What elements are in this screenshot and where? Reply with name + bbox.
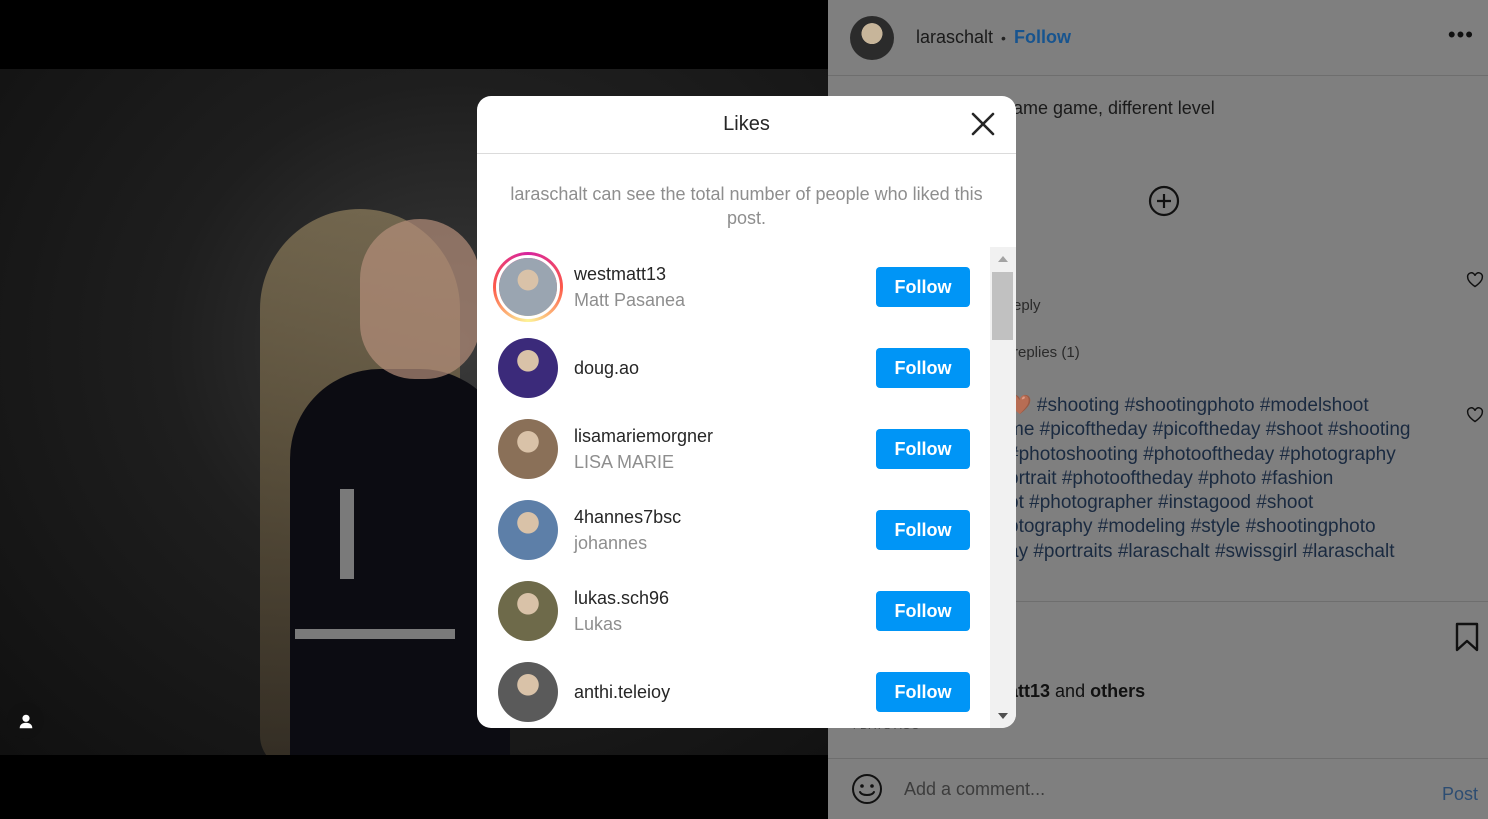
scroll-down-arrow-icon[interactable] <box>998 713 1008 719</box>
jacket-stripe <box>340 489 354 579</box>
dialog-title: Likes <box>723 113 770 135</box>
liker-row: doug.ao Follow <box>477 328 990 409</box>
scroll-up-arrow-icon[interactable] <box>998 256 1008 262</box>
close-icon[interactable] <box>970 111 996 137</box>
liker-avatar[interactable] <box>498 662 558 722</box>
post-caption: ame game, different level <box>1013 98 1215 118</box>
liker-full-name: Matt Pasanea <box>574 290 686 310</box>
dialog-header: Likes <box>477 96 1016 154</box>
liker-full-name: LISA MARIE <box>574 452 675 472</box>
likes-dialog: Likes laraschalt can see the total numbe… <box>477 96 1016 728</box>
separator-dot: • <box>1001 29 1006 46</box>
liker-row: lukas.sch96 Lukas Follow <box>477 571 990 652</box>
scrollbar[interactable] <box>990 247 1016 728</box>
follow-button[interactable]: Follow <box>876 348 970 388</box>
liker-avatar[interactable] <box>498 419 558 479</box>
liker-full-name: johannes <box>574 533 648 553</box>
liker-username[interactable]: westmatt13 <box>574 264 666 285</box>
follow-button[interactable]: Follow <box>876 267 970 307</box>
liked-by-others[interactable]: others <box>1090 681 1145 701</box>
liker-row: westmatt13 Matt Pasanea Follow <box>477 247 990 328</box>
likers-list-container: westmatt13 Matt Pasanea Follow doug.ao Follo… <box>477 247 1016 728</box>
hashtag-comment: 🤎 #shooting #shootingphoto #modelshoot m… <box>1008 395 1411 562</box>
comment-bar: Add a comment... <box>828 758 1488 819</box>
liker-row: lisamariemorgner LISA MARIE Follow <box>477 409 990 490</box>
follow-button[interactable]: Follow <box>876 429 970 469</box>
photo-subject-face <box>360 219 480 379</box>
liker-username[interactable]: doug.ao <box>574 358 639 379</box>
emoji-icon[interactable] <box>850 772 884 806</box>
follow-button[interactable]: Follow <box>876 672 970 712</box>
liker-row: anthi.teleioy Follow <box>477 652 990 728</box>
scroll-thumb[interactable] <box>992 272 1013 340</box>
post-comment-button[interactable]: Post <box>1442 784 1478 805</box>
tagged-users-icon[interactable] <box>7 702 44 739</box>
liker-username[interactable]: lukas.sch96 <box>574 588 669 609</box>
comment-input[interactable]: Add a comment... <box>904 779 1488 800</box>
reply-link[interactable]: eply <box>1013 297 1041 314</box>
author-username[interactable]: laraschalt <box>916 27 993 48</box>
follow-author-link[interactable]: Follow <box>1014 27 1071 48</box>
liker-row: 4hannes7bsc johannes Follow <box>477 490 990 571</box>
liker-full-name: Lukas <box>574 614 623 634</box>
post-header: laraschalt • Follow ••• <box>828 0 1488 76</box>
liker-avatar[interactable] <box>498 500 558 560</box>
bookmark-icon[interactable] <box>1454 622 1480 652</box>
view-replies-link[interactable]: replies (1) <box>1013 344 1080 361</box>
like-comment-icon[interactable] <box>1466 407 1484 423</box>
liker-username[interactable]: lisamariemorgner <box>574 426 713 447</box>
load-more-comments-icon[interactable] <box>1148 185 1180 217</box>
likers-list[interactable]: westmatt13 Matt Pasanea Follow doug.ao Follo… <box>477 247 990 728</box>
liked-by-summary[interactable]: att13 and others <box>1008 681 1145 702</box>
follow-button[interactable]: Follow <box>876 591 970 631</box>
liker-avatar[interactable] <box>498 581 558 641</box>
liked-by-and: and <box>1055 681 1086 701</box>
more-options-icon[interactable]: ••• <box>1448 22 1474 48</box>
like-comment-icon[interactable] <box>1466 272 1484 288</box>
liker-avatar[interactable] <box>493 252 563 322</box>
liker-username[interactable]: 4hannes7bsc <box>574 507 681 528</box>
liker-username[interactable]: anthi.teleioy <box>574 682 670 703</box>
follow-button[interactable]: Follow <box>876 510 970 550</box>
author-avatar[interactable] <box>850 15 894 60</box>
liker-avatar[interactable] <box>498 338 558 398</box>
jacket-stripe <box>295 629 455 639</box>
